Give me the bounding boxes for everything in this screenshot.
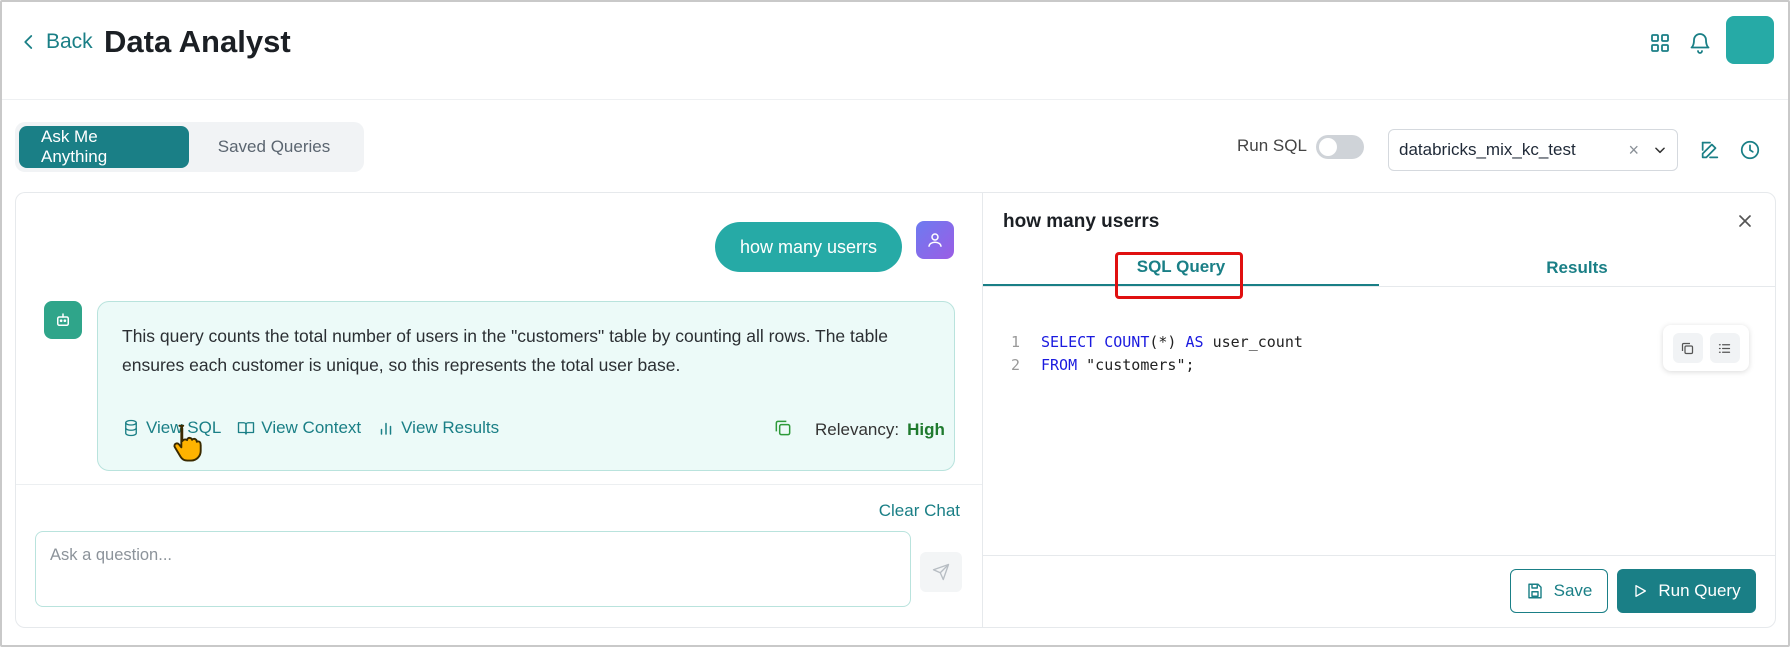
chat-panel: how many userrs This query counts the to…: [15, 192, 982, 628]
sql-keyword: AS: [1185, 333, 1204, 351]
save-label: Save: [1553, 581, 1593, 600]
code-toolbar: [1663, 325, 1749, 371]
user-message-bubble: how many userrs: [715, 222, 902, 272]
view-sql-label: View SQL: [146, 418, 222, 437]
relevancy-label: Relevancy:: [815, 420, 900, 439]
save-button[interactable]: Save: [1510, 569, 1608, 613]
top-header: Back Data Analyst: [2, 2, 1788, 100]
sql-text: "customers";: [1077, 356, 1195, 374]
bot-actions: View SQL View Context View Results: [122, 418, 499, 438]
sql-keyword: SELECT COUNT: [1041, 333, 1150, 351]
sql-text: user_count: [1203, 333, 1303, 351]
book-open-icon: [238, 422, 255, 435]
user-avatar: [916, 221, 954, 259]
code-line: 2 FROM "customers";: [1011, 354, 1303, 377]
relevancy-value: High: [907, 420, 945, 439]
view-context-label: View Context: [261, 418, 362, 437]
database-selected-value: databricks_mix_kc_test: [1399, 140, 1576, 159]
view-results-button[interactable]: View Results: [377, 418, 499, 438]
chevron-down-icon: [1655, 147, 1665, 154]
history-clock-icon[interactable]: [1739, 139, 1761, 161]
toggle-knob: [1319, 138, 1337, 156]
close-icon[interactable]: [1735, 211, 1755, 231]
tab-results[interactable]: Results: [1379, 249, 1775, 286]
clear-selection-icon[interactable]: ×: [1628, 140, 1639, 161]
sql-panel-tabs: SQL Query Results: [983, 249, 1775, 287]
play-icon: [1635, 585, 1647, 597]
view-results-label: View Results: [401, 418, 500, 437]
robot-icon: [57, 313, 69, 326]
tab-ask-me-anything[interactable]: Ask Me Anything: [19, 126, 189, 168]
copy-code-icon[interactable]: [1672, 333, 1703, 363]
bar-chart-icon: [380, 422, 392, 435]
app-window: Back Data Analyst Ask Me Anything Saved …: [0, 0, 1790, 647]
send-button[interactable]: [920, 552, 962, 592]
format-list-icon[interactable]: [1709, 333, 1740, 363]
bot-response-card: This query counts the total number of us…: [97, 301, 955, 471]
save-icon: [1527, 583, 1542, 599]
run-query-label: Run Query: [1658, 581, 1741, 600]
bot-avatar: [44, 301, 82, 339]
line-number: 1: [1011, 333, 1021, 351]
sql-text: (*): [1149, 333, 1186, 351]
chevron-left-icon: [24, 35, 33, 49]
sql-keyword: FROM: [1041, 356, 1078, 374]
apps-grid-icon[interactable]: [1648, 31, 1672, 55]
clear-chat-button[interactable]: Clear Chat: [879, 501, 960, 521]
footer-divider: [983, 555, 1775, 556]
back-button[interactable]: Back: [20, 30, 93, 54]
line-number: 2: [1011, 356, 1021, 374]
bell-icon[interactable]: [1688, 31, 1712, 55]
relevancy-indicator: Relevancy: High: [815, 420, 945, 440]
page-title: Data Analyst: [104, 24, 291, 59]
user-avatar-button[interactable]: [1726, 16, 1774, 64]
code-line: 1 SELECT COUNT (*) AS user_count: [1011, 331, 1303, 354]
tab-saved-queries[interactable]: Saved Queries: [189, 126, 359, 168]
send-icon: [932, 563, 950, 581]
person-icon: [928, 233, 942, 247]
tab-sql-query[interactable]: SQL Query: [983, 249, 1379, 286]
view-context-button[interactable]: View Context: [237, 418, 361, 438]
database-select[interactable]: databricks_mix_kc_test ×: [1388, 129, 1678, 171]
question-input[interactable]: [35, 531, 911, 607]
back-label: Back: [46, 30, 93, 53]
mode-tabs: Ask Me Anything Saved Queries: [15, 122, 364, 172]
sql-detail-panel: how many userrs SQL Query Results 1 SELE…: [982, 192, 1776, 628]
copy-icon[interactable]: [773, 418, 795, 440]
run-query-button[interactable]: Run Query: [1617, 569, 1756, 613]
database-icon: [125, 419, 137, 437]
view-sql-button[interactable]: View SQL: [122, 418, 221, 438]
sql-code-editor[interactable]: 1 SELECT COUNT (*) AS user_count 2 FROM "…: [1011, 331, 1303, 377]
sql-panel-title: how many userrs: [1003, 211, 1160, 232]
bot-message-text: This query counts the total number of us…: [122, 326, 888, 375]
run-sql-toggle[interactable]: [1316, 135, 1364, 159]
edit-icon[interactable]: [1699, 139, 1721, 161]
run-sql-label: Run SQL: [1237, 136, 1307, 155]
chat-divider: [16, 484, 982, 485]
